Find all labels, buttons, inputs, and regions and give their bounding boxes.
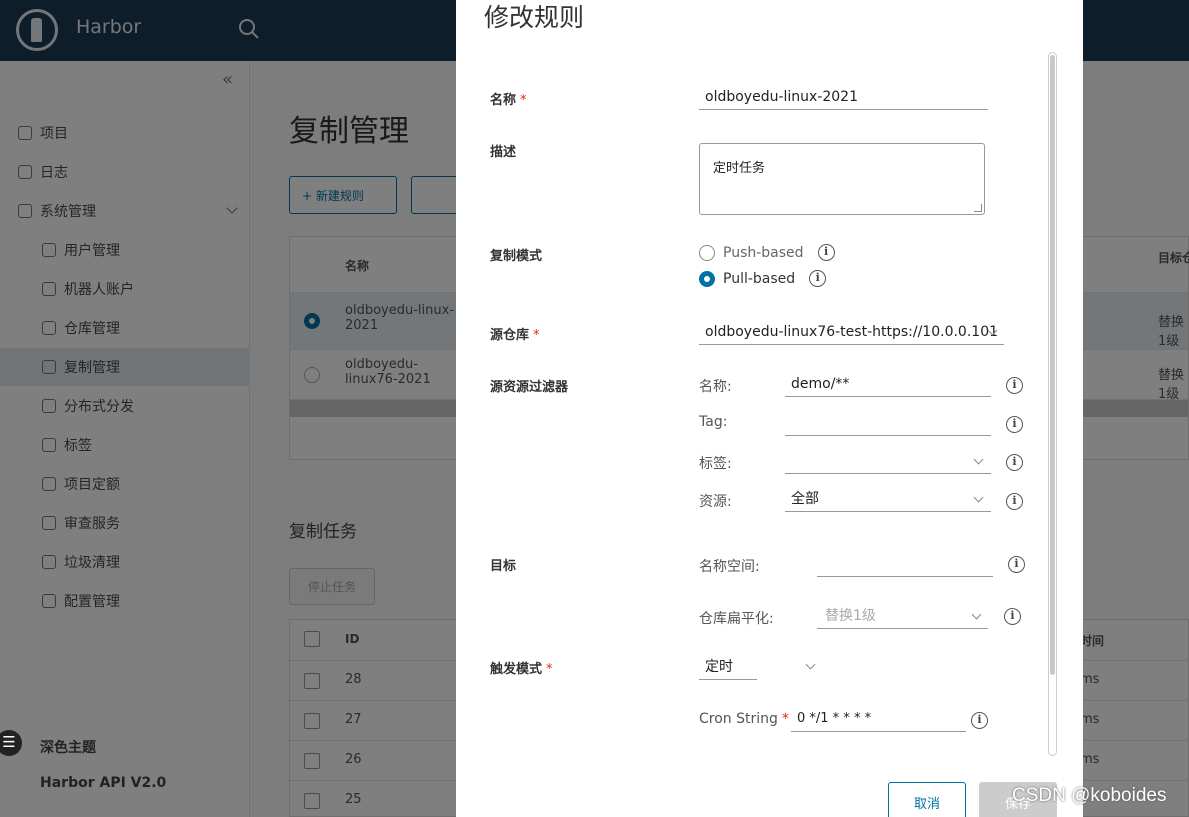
description-textarea[interactable]: 定时任务 <box>699 143 985 215</box>
target-label: 目标 <box>490 559 517 574</box>
mode-label: 复制模式 <box>490 249 543 264</box>
info-icon[interactable]: i <box>1006 377 1023 394</box>
filter-name-label: 名称: <box>699 379 732 395</box>
name-label-text: 名称 <box>490 93 517 108</box>
radio-icon <box>699 244 715 261</box>
scrollbar-thumb[interactable] <box>1050 55 1055 675</box>
push-based-label: Push-based <box>723 244 804 261</box>
info-icon[interactable]: i <box>809 270 827 287</box>
required-marker: * <box>520 93 527 108</box>
filter-tag-label: Tag: <box>699 414 728 430</box>
cron-label: Cron String * <box>699 711 789 727</box>
info-icon[interactable]: i <box>817 244 835 261</box>
cron-label-text: Cron String <box>699 711 778 727</box>
push-based-radio[interactable]: Push-based i <box>699 244 835 261</box>
flatten-label: 仓库扁平化: <box>699 611 774 627</box>
namespace-input[interactable] <box>817 553 993 577</box>
info-icon[interactable]: i <box>1006 493 1023 510</box>
description-value: 定时任务 <box>713 161 766 176</box>
name-input[interactable]: oldboyedu-linux-2021 <box>699 86 988 110</box>
pull-based-label: Pull-based <box>723 270 796 287</box>
source-registry-select[interactable]: oldboyedu-linux76-test-https://10.0.0.10… <box>699 321 1004 345</box>
filter-label: 源资源过滤器 <box>490 380 569 395</box>
trigger-select[interactable]: 定时 <box>699 656 757 680</box>
info-icon[interactable]: i <box>1008 556 1025 573</box>
filter-label-select[interactable] <box>785 450 991 474</box>
dialog-scrollbar[interactable] <box>1048 52 1057 756</box>
radio-selected-icon <box>699 270 715 287</box>
chevron-down-icon <box>805 659 816 670</box>
flatten-select[interactable]: 替换1级 <box>817 605 988 629</box>
watermark: CSDN @koboides <box>1012 785 1167 806</box>
resize-handle-icon[interactable] <box>974 204 982 212</box>
filter-name-input[interactable]: demo/** <box>785 373 991 397</box>
edit-rule-dialog: 修改规则 名称 * oldboyedu-linux-2021 描述 定时任务 复制… <box>456 0 1083 817</box>
trigger-label: 触发模式 * <box>490 658 553 677</box>
source-registry-label: 源仓库 * <box>490 324 540 343</box>
trigger-label-text: 触发模式 <box>490 662 543 677</box>
required-marker: * <box>781 711 789 727</box>
name-label: 名称 * <box>490 89 527 108</box>
namespace-label: 名称空间: <box>699 559 760 575</box>
filter-tag-input[interactable] <box>785 412 991 436</box>
cancel-button[interactable]: 取消 <box>888 782 966 817</box>
dialog-title: 修改规则 <box>484 3 585 32</box>
source-registry-label-text: 源仓库 <box>490 328 530 343</box>
filter-resource-select[interactable]: 全部 <box>785 488 991 512</box>
filter-resource-label: 资源: <box>699 494 732 510</box>
filter-label-label: 标签: <box>699 456 732 472</box>
pull-based-radio[interactable]: Pull-based i <box>699 270 827 287</box>
description-label: 描述 <box>490 145 517 160</box>
info-icon[interactable]: i <box>1006 416 1023 433</box>
info-icon[interactable]: i <box>971 712 988 729</box>
info-icon[interactable]: i <box>1004 608 1021 625</box>
cron-input[interactable]: 0 */1 * * * * <box>791 708 966 732</box>
info-icon[interactable]: i <box>1006 454 1023 471</box>
required-marker: * <box>533 328 540 343</box>
required-marker: * <box>546 662 553 677</box>
